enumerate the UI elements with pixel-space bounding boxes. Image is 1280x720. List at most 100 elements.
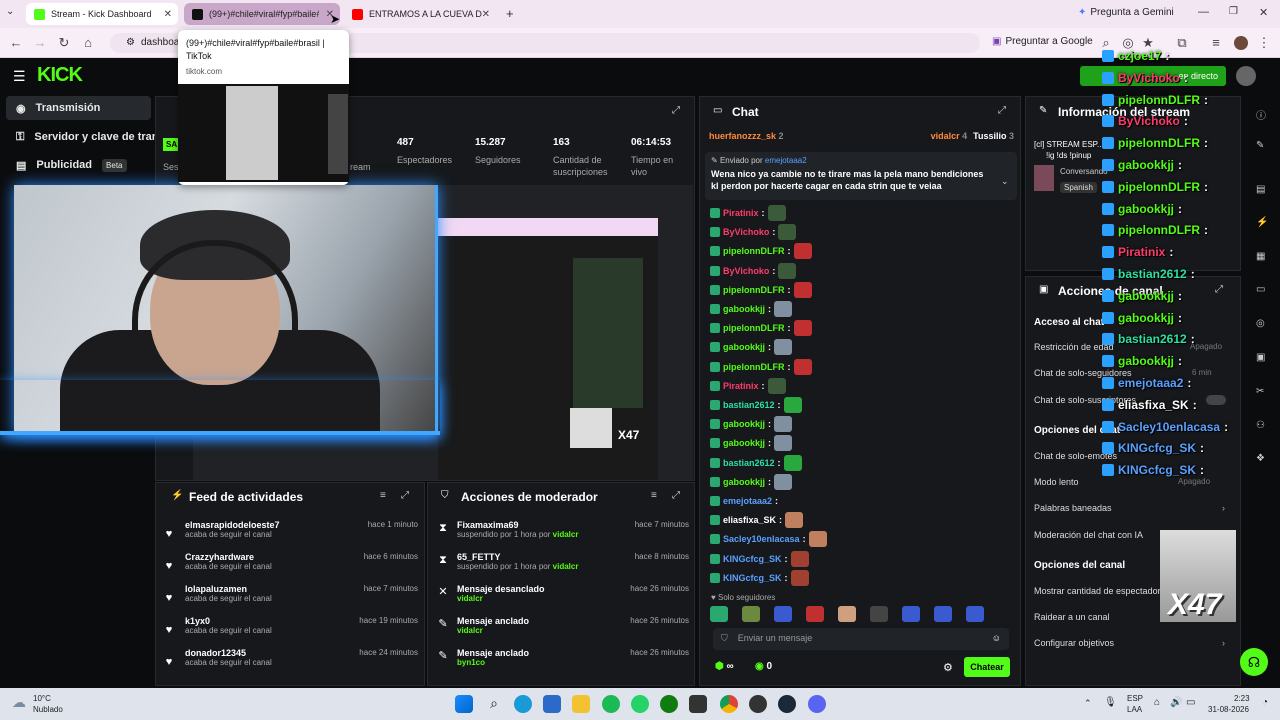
emoji-icon[interactable]: ☺	[992, 633, 1001, 645]
xbox-icon[interactable]	[660, 695, 678, 713]
chat-username[interactable]: pipelonnDLFR	[723, 323, 785, 333]
popout-icon[interactable]: ⤢	[998, 105, 1006, 116]
close-window-button[interactable]: ✕	[1259, 6, 1268, 19]
steam-icon[interactable]	[778, 695, 796, 713]
mod-action-name[interactable]: Fixamaxima69	[457, 520, 635, 530]
toggle-switch[interactable]	[1206, 395, 1226, 405]
whatsapp-icon[interactable]	[631, 695, 649, 713]
pinned-message[interactable]: ✎ Enviado por emejotaaa2 Wena nico ya ca…	[705, 152, 1017, 200]
chat-settings-icon[interactable]: ⚙	[943, 661, 953, 674]
battery-icon[interactable]: ▭	[1186, 697, 1195, 708]
emote[interactable]	[710, 606, 728, 622]
emote[interactable]	[870, 606, 888, 622]
top-user[interactable]: Tussilio 3	[973, 131, 1014, 141]
chat-username[interactable]: pipelonnDLFR	[723, 285, 785, 295]
activity-name[interactable]: Crazzyhardware	[185, 552, 364, 562]
new-tab-button[interactable]: +	[506, 6, 514, 21]
chat-username[interactable]: gabookkjj	[723, 304, 765, 314]
pinned-by-user[interactable]: emejotaaa2	[765, 156, 807, 165]
media-icon[interactable]: ≡	[1208, 35, 1224, 51]
back-icon[interactable]: ←	[8, 35, 24, 51]
top-user[interactable]: vidalcr 4	[931, 131, 968, 141]
site-info-icon[interactable]: ⚙	[126, 37, 135, 48]
chat-send-button[interactable]: Chatear	[964, 657, 1010, 677]
folder-icon[interactable]	[572, 695, 590, 713]
close-icon[interactable]: ✕	[482, 9, 490, 20]
mod-action-by[interactable]: vidalcr	[553, 530, 579, 539]
store-icon[interactable]	[543, 695, 561, 713]
users-icon[interactable]: ⚇	[1256, 420, 1265, 431]
chat-username[interactable]: bastian2612	[723, 458, 775, 468]
reload-icon[interactable]: ↻	[56, 35, 72, 51]
emote[interactable]	[774, 606, 792, 622]
chat-username[interactable]: Sacley10enlacasa	[723, 534, 800, 544]
list-icon[interactable]: ▦	[1256, 251, 1265, 262]
emote[interactable]	[838, 606, 856, 622]
support-icon[interactable]: ☊	[1240, 648, 1268, 676]
chat-username[interactable]: eliasfixa_SK	[723, 515, 776, 525]
obs-icon[interactable]	[749, 695, 767, 713]
chat-username[interactable]: gabookkjj	[723, 438, 765, 448]
kick-logo[interactable]: KICK	[37, 64, 83, 87]
edit-icon[interactable]: ✎	[1256, 140, 1264, 151]
menu-icon[interactable]: ⋮	[1256, 35, 1272, 51]
expand-icon[interactable]: ⤢	[1215, 284, 1223, 295]
expand-icon[interactable]: ⤢	[401, 490, 409, 501]
target-icon[interactable]: ◎	[1256, 318, 1265, 329]
chat-input[interactable]: ⛉ Enviar un mensaje ☺	[713, 628, 1009, 650]
emote[interactable]	[966, 606, 984, 622]
maximize-button[interactable]: ❐	[1229, 6, 1238, 17]
chat-username[interactable]: emejotaaa2	[723, 496, 772, 506]
mod-action-by[interactable]: vidalcr	[457, 594, 483, 603]
emote[interactable]	[742, 606, 760, 622]
translate-button[interactable]: ▣ Preguntar a Google	[992, 36, 1093, 47]
chat-username[interactable]: gabookkjj	[723, 342, 765, 352]
spotify-icon[interactable]	[602, 695, 620, 713]
setting-raid[interactable]: Raidear a un canal	[1034, 612, 1110, 622]
setting-show-viewers[interactable]: Mostrar cantidad de espectadores	[1034, 586, 1170, 596]
tools-icon[interactable]: ✂	[1256, 386, 1264, 397]
category-name[interactable]: Conversando	[1060, 167, 1108, 176]
chat-username[interactable]: ByVichoko	[723, 266, 769, 276]
edge-icon[interactable]	[514, 695, 532, 713]
gift-icon[interactable]: ❖	[1256, 453, 1265, 464]
expand-icon[interactable]: ⤢	[672, 490, 680, 501]
sidebar-item-publicidad[interactable]: ▤ Publicidad Beta	[6, 153, 151, 177]
mod-action-by[interactable]: byn1co	[457, 658, 485, 667]
chat-username[interactable]: Piratinix	[723, 208, 759, 218]
minimize-button[interactable]: —	[1198, 6, 1209, 18]
tab-list-button[interactable]: ⌄	[6, 6, 14, 17]
volume-icon[interactable]: 🔊	[1170, 697, 1182, 708]
card-icon[interactable]: ▣	[1256, 352, 1265, 363]
chrome-icon[interactable]	[720, 695, 738, 713]
mod-action-name[interactable]: Mensaje desanclado	[457, 584, 630, 594]
weather-temp[interactable]: 10°C	[33, 694, 51, 703]
home-icon[interactable]: ⌂	[80, 35, 96, 51]
chat-username[interactable]: KINGcfcg_SK	[723, 573, 782, 583]
tab-kick-dashboard[interactable]: Stream - Kick Dashboard ✕	[26, 3, 178, 25]
chat-username[interactable]: Piratinix	[723, 381, 759, 391]
chat-username[interactable]: gabookkjj	[723, 477, 765, 487]
setting-slow-mode[interactable]: Modo lento	[1034, 477, 1079, 487]
bolt-icon[interactable]: ⚡	[1256, 217, 1268, 228]
chat-username[interactable]: bastian2612	[723, 400, 775, 410]
tab-youtube[interactable]: ENTRAMOS A LA CUEVA DE LA ✕	[344, 3, 496, 25]
gemini-button[interactable]: ✦ Pregunta a Gemini	[1078, 7, 1174, 18]
top-user[interactable]: huerfanozzz_sk 2	[709, 131, 784, 141]
mod-action-name[interactable]: Mensaje anclado	[457, 648, 630, 658]
chat-username[interactable]: pipelonnDLFR	[723, 362, 785, 372]
mod-action-by[interactable]: vidalcr	[457, 626, 483, 635]
sidebar-item-transmision[interactable]: ◉ Transmisión	[6, 96, 151, 120]
network-icon[interactable]: ⌂	[1154, 697, 1160, 708]
mod-action-name[interactable]: 65_FETTY	[457, 552, 635, 562]
chat-username[interactable]: gabookkjj	[723, 419, 765, 429]
mic-icon[interactable]: 🎙	[1104, 697, 1117, 708]
extensions-icon[interactable]: ⧉	[1174, 35, 1190, 51]
tab-tiktok[interactable]: (99+)#chile#viral#fyp#baile#br ✕	[184, 3, 340, 25]
filter-icon[interactable]: ≡	[380, 490, 386, 501]
filter-icon[interactable]: ≡	[651, 490, 657, 501]
tray-chevron-icon[interactable]: ⌃	[1084, 698, 1092, 709]
lang-code[interactable]: ESP	[1127, 694, 1143, 703]
setting-banned-words[interactable]: Palabras baneadas	[1034, 503, 1112, 513]
expand-icon[interactable]: ⤢	[672, 105, 680, 116]
